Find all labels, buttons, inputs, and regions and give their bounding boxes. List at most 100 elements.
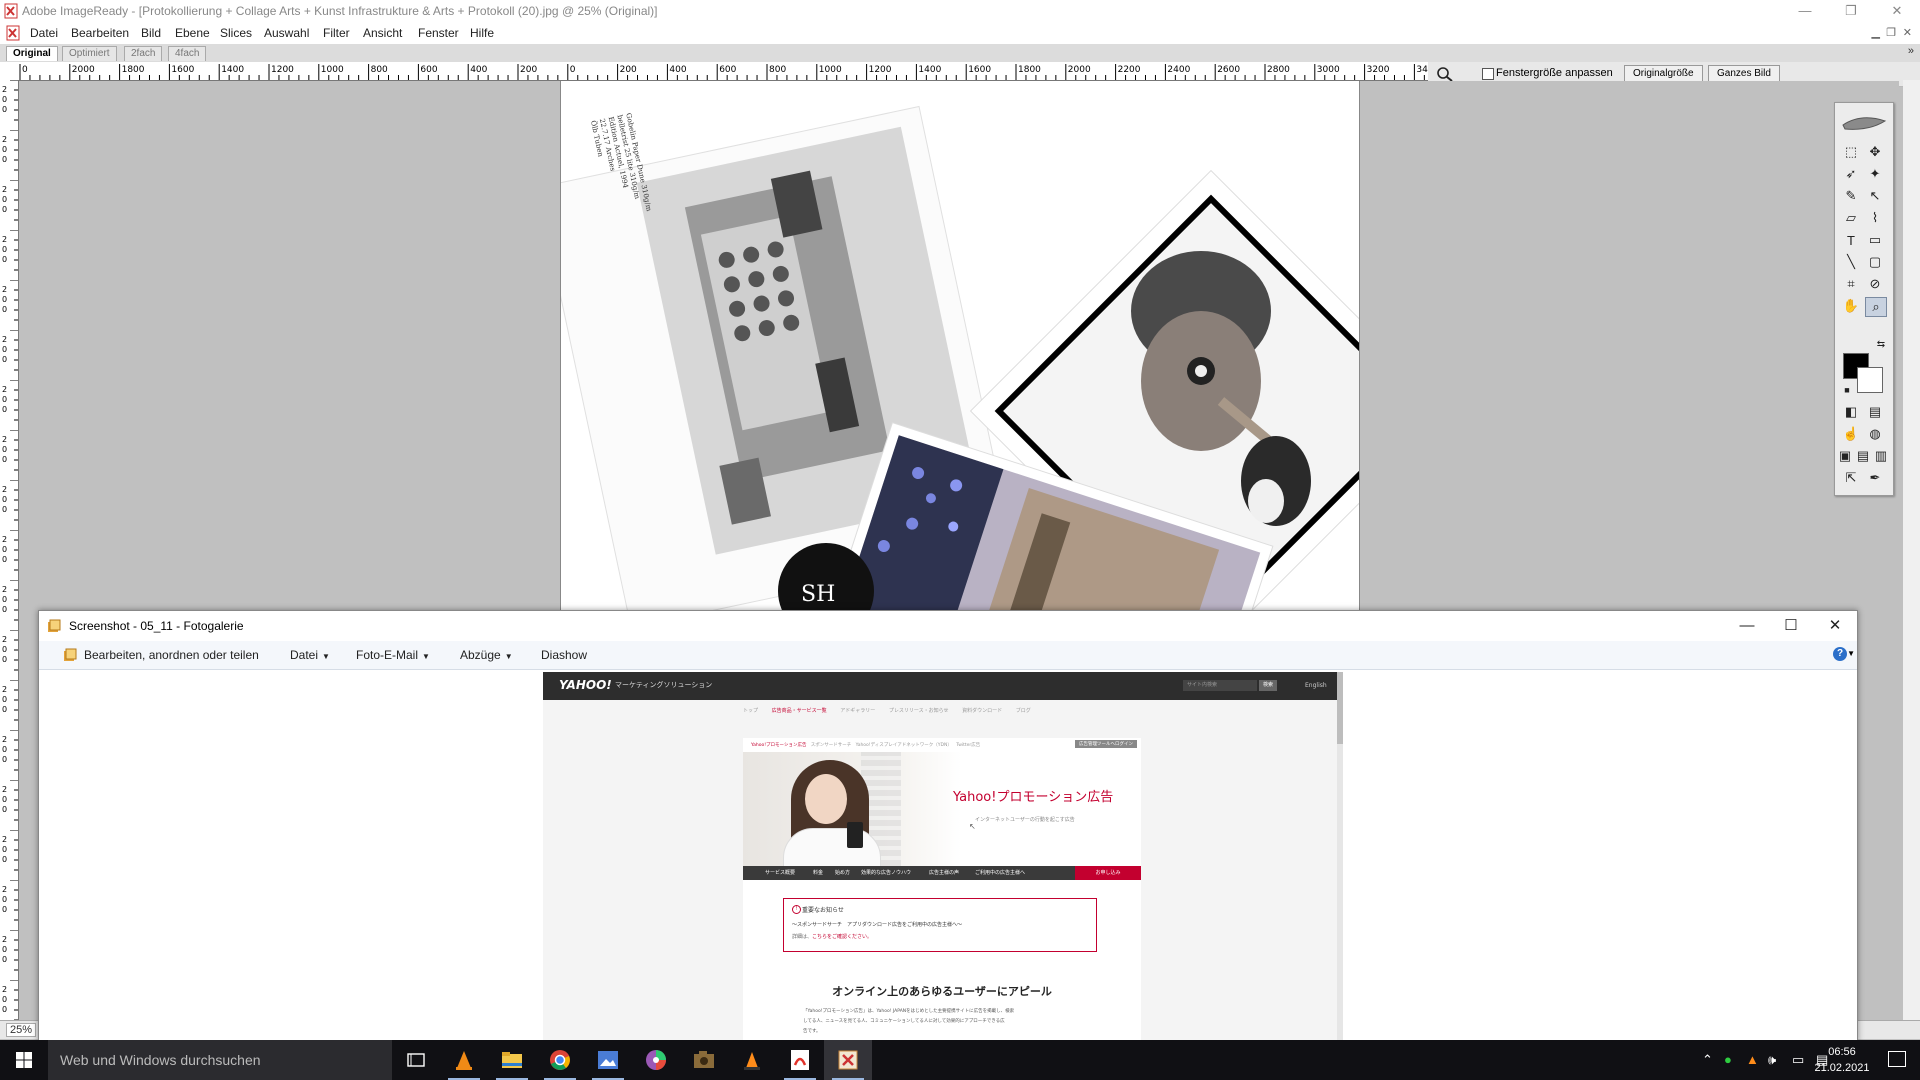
chrome-icon <box>550 1050 570 1070</box>
full-screen-menu-icon[interactable]: ▤ <box>1855 447 1871 465</box>
taskbar-clock[interactable]: 06:56 21.02.2021 <box>1812 1044 1872 1076</box>
type-tool-icon[interactable]: T <box>1841 231 1861 249</box>
photo-viewer[interactable]: YAHOO! マーケティングソリューション サイト内検索 検索 English … <box>39 670 1857 1041</box>
tray-vlc-icon[interactable]: ▲ <box>1746 1052 1759 1067</box>
magnifier-icon[interactable] <box>1436 66 1454 82</box>
horizontal-ruler[interactable]: 0 2000 1800 1600 1400 1200 1000 800 600 400 200 0 20… <box>18 62 1428 81</box>
taskbar-imageready[interactable] <box>824 1040 872 1080</box>
slice-select-icon[interactable]: ↖ <box>1865 187 1885 205</box>
feather-jump-icon[interactable]: ✒ <box>1865 469 1885 487</box>
rollover-preview-icon[interactable]: ☝ <box>1841 425 1861 443</box>
menu-filter[interactable]: Filter <box>323 26 350 40</box>
minimize-button[interactable]: — <box>1782 0 1828 22</box>
collage-image[interactable]: Ölb Tuben 22.7.17 Arches Edition Actuel,… <box>560 81 1360 611</box>
brush-icon[interactable]: ⌇ <box>1865 209 1885 227</box>
imageready-feather-icon[interactable] <box>1841 111 1887 133</box>
taskbar-search[interactable]: Web und Windows durchsuchen <box>48 1040 392 1080</box>
preview-browser-icon[interactable]: ◍ <box>1865 425 1885 443</box>
close-button[interactable]: ✕ <box>1874 0 1920 22</box>
menu-bearbeiten[interactable]: Bearbeiten <box>71 26 129 40</box>
jump-to-photoshop-icon[interactable]: ⇱ <box>1841 469 1861 487</box>
image-map-icon[interactable]: ◧ <box>1841 403 1861 421</box>
start-button[interactable] <box>0 1040 48 1080</box>
taskbar-media-app[interactable] <box>680 1040 728 1080</box>
lasso-icon[interactable]: ➶ <box>1841 165 1861 183</box>
zoom-level[interactable]: 25% <box>6 1023 37 1037</box>
hand-tool-icon[interactable]: ✋ <box>1841 297 1861 315</box>
photo-email-label: Foto-E-Mail <box>356 648 419 662</box>
tray-security-icon[interactable]: ● <box>1724 1052 1732 1067</box>
menu-hilfe[interactable]: Hilfe <box>470 26 494 40</box>
menu-ebene[interactable]: Ebene <box>175 26 210 40</box>
taskbar-colorful-app[interactable] <box>632 1040 680 1080</box>
pg-maximize-button[interactable]: ☐ <box>1769 611 1813 641</box>
tab-2fach[interactable]: 2fach <box>124 46 163 61</box>
menu-fenster[interactable]: Fenster <box>418 26 459 40</box>
background-color-swatch[interactable] <box>1857 367 1883 393</box>
photo-gallery-window: Screenshot - 05_11 - Fotogalerie — ☐ ✕ B… <box>38 610 1858 1042</box>
yahoo-subnav-item: Yahoo!プロモーション広告 <box>751 743 807 748</box>
rectangle-shape-icon[interactable]: ▭ <box>1865 231 1885 249</box>
traffic-cone-icon <box>744 1052 760 1070</box>
taskbar-vlc[interactable] <box>440 1040 488 1080</box>
file-menu-button[interactable]: Datei ▼ <box>290 648 330 662</box>
menu-auswahl[interactable]: Auswahl <box>264 26 309 40</box>
action-center-icon[interactable] <box>1888 1051 1906 1067</box>
slice-tool-icon[interactable]: ✎ <box>1841 187 1861 205</box>
help-icon[interactable]: ? <box>1833 647 1847 661</box>
document-icon[interactable] <box>6 25 20 41</box>
taskbar-vlc-cone[interactable] <box>728 1040 776 1080</box>
ruler-label: 0 <box>570 65 576 75</box>
eraser-icon[interactable]: ▱ <box>1841 209 1861 227</box>
menu-ansicht[interactable]: Ansicht <box>363 26 402 40</box>
photo-email-button[interactable]: Foto-E-Mail ▼ <box>356 648 430 662</box>
tab-original[interactable]: Original <box>6 46 58 61</box>
swap-colors-icon[interactable]: ⇆ <box>1871 335 1891 353</box>
file-menu-label: Datei <box>290 648 319 662</box>
panel-expand-icon[interactable]: » <box>1908 45 1914 57</box>
doc-restore-button[interactable]: ❐ <box>1886 26 1896 39</box>
taskbar-pdf-app[interactable] <box>776 1040 824 1080</box>
smartphone-icon <box>847 822 863 848</box>
volume-icon[interactable]: 🕪 <box>1768 1052 1776 1068</box>
standard-screen-icon[interactable]: ▣ <box>1837 447 1853 465</box>
menu-slices[interactable]: Slices <box>220 26 252 40</box>
pg-close-button[interactable]: ✕ <box>1813 611 1857 641</box>
tab-optimiert[interactable]: Optimiert <box>62 46 117 61</box>
slice-visibility-icon[interactable]: ▤ <box>1865 403 1885 421</box>
edit-arrange-share-button[interactable]: Bearbeiten, anordnen oder teilen <box>84 648 259 662</box>
fit-window-checkbox[interactable] <box>1482 68 1494 80</box>
slideshow-button[interactable]: Diashow <box>541 648 587 662</box>
rounded-rect-icon[interactable]: ▢ <box>1865 253 1885 271</box>
menu-datei[interactable]: Datei <box>30 26 58 40</box>
help-chevron-icon[interactable]: ▼ <box>1847 649 1855 658</box>
move-tool-icon[interactable]: ✥ <box>1865 143 1885 161</box>
zoom-tool-icon[interactable]: ⌕ <box>1865 297 1887 317</box>
magic-wand-icon[interactable]: ✦ <box>1865 165 1885 183</box>
taskbar-file-explorer[interactable] <box>488 1040 536 1080</box>
workspace-vertical-scrollbar[interactable] <box>1903 80 1920 1020</box>
doc-close-button[interactable]: ✕ <box>1903 26 1912 39</box>
yahoo-menu-item: 広告主様の声 <box>929 870 960 876</box>
tab-4fach[interactable]: 4fach <box>168 46 207 61</box>
ruler-label: 3200 <box>1367 65 1390 75</box>
task-view-button[interactable] <box>392 1040 440 1080</box>
taskbar-chrome[interactable] <box>536 1040 584 1080</box>
prints-button[interactable]: Abzüge ▼ <box>460 648 513 662</box>
edit-gallery-icon <box>64 648 77 661</box>
full-screen-icon[interactable]: ▥ <box>1873 447 1889 465</box>
default-colors-icon[interactable]: ■ <box>1837 381 1857 399</box>
crop-icon[interactable]: ⌗ <box>1841 275 1861 293</box>
menu-bild[interactable]: Bild <box>141 26 161 40</box>
pg-minimize-button[interactable]: — <box>1725 611 1769 641</box>
rectangular-marquee-icon[interactable]: ⬚ <box>1841 143 1861 161</box>
vertical-ruler[interactable]: 2 0 0 <box>0 80 19 1020</box>
document-view-tabs: Original Optimiert 2fach 4fach » <box>0 44 1920 63</box>
line-tool-icon[interactable]: ╲ <box>1841 253 1861 271</box>
restore-button[interactable]: ❐ <box>1828 0 1874 22</box>
network-icon[interactable]: ▭ <box>1792 1052 1804 1068</box>
doc-minimize-button[interactable]: ▁ <box>1872 26 1880 39</box>
taskbar-photos[interactable] <box>584 1040 632 1080</box>
eyedropper-icon[interactable]: ⊘ <box>1865 275 1885 293</box>
tray-overflow-chevron-icon[interactable]: ⌃ <box>1702 1052 1713 1068</box>
